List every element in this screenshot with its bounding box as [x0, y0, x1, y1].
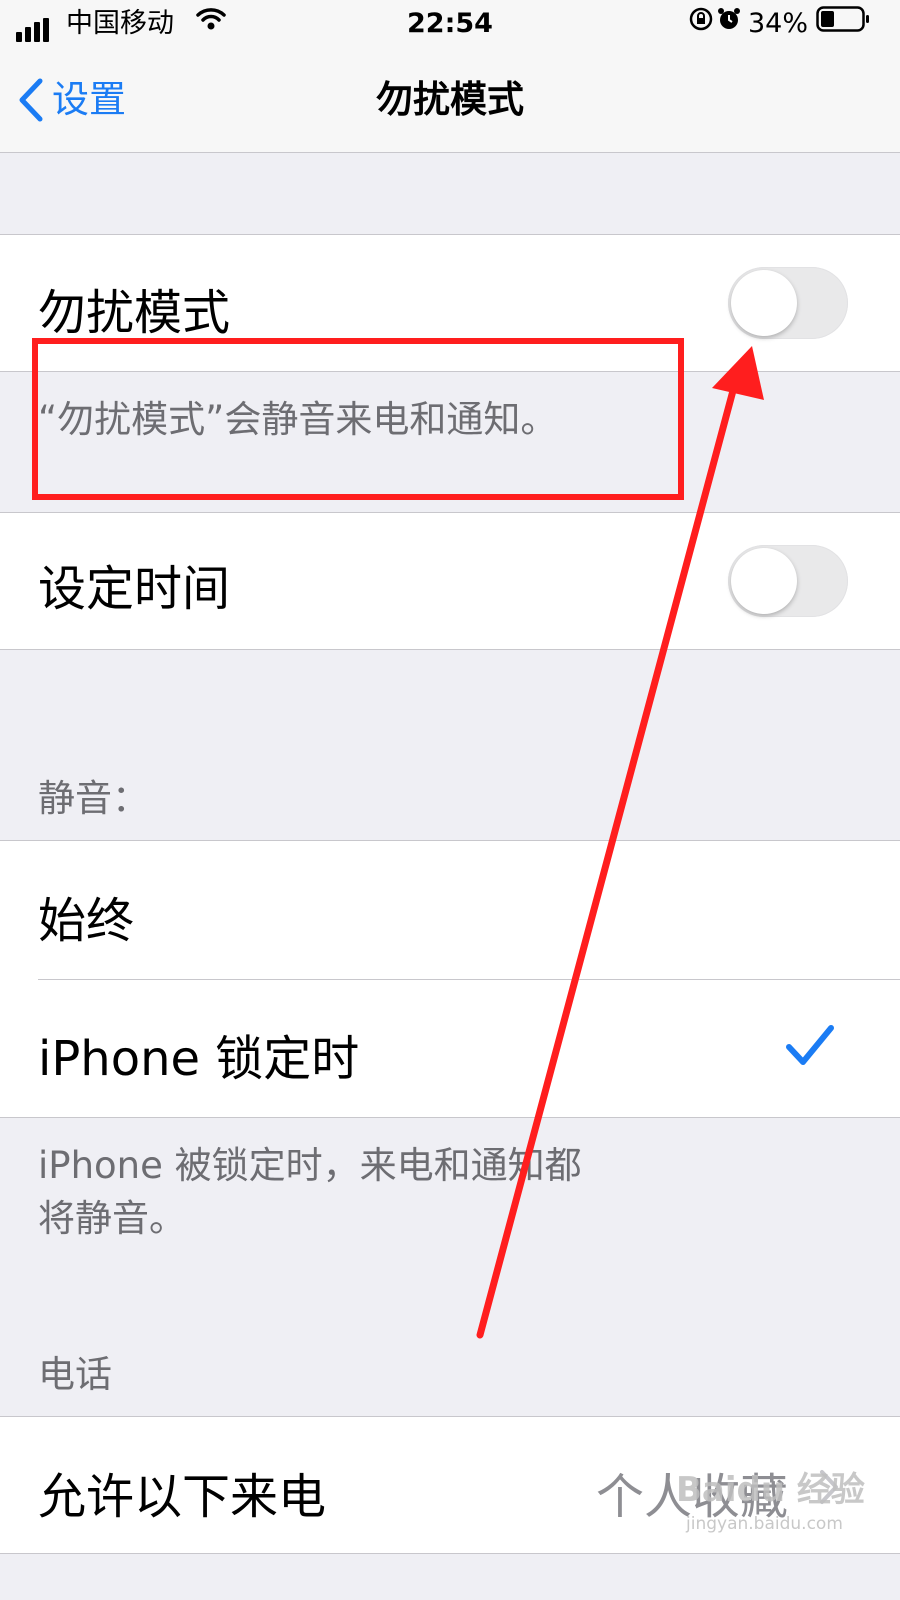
chevron-left-icon	[19, 78, 43, 122]
allow-calls-label: 允许以下来电	[38, 1469, 327, 1525]
annotation-highlight-box	[32, 338, 684, 500]
checkmark-icon	[786, 1025, 834, 1065]
watermark-url: jingyan.baidu.com	[686, 1514, 843, 1534]
scheduled-label: 设定时间	[38, 561, 231, 617]
toggle-knob	[731, 270, 797, 336]
alarm-icon	[716, 6, 742, 42]
row-separator	[38, 979, 900, 980]
battery-percent: 34%	[748, 8, 809, 39]
back-button-label: 设置	[52, 78, 126, 121]
dnd-label: 勿扰模式	[38, 285, 231, 341]
dnd-toggle[interactable]	[728, 267, 848, 339]
orientation-lock-icon	[688, 6, 714, 42]
phone-section-header: 电话	[38, 1353, 112, 1396]
silence-footer-line1: iPhone 被锁定时，来电和通知都	[38, 1144, 582, 1187]
silence-option-locked[interactable]: iPhone 锁定时	[38, 1019, 359, 1089]
back-button[interactable]: 设置	[18, 74, 126, 126]
watermark-logo: Baidu 经验	[676, 1470, 865, 1510]
status-bar: 中国移动 22:54 34%	[0, 0, 900, 48]
silence-option-always[interactable]: 始终	[38, 881, 134, 951]
silence-group: 始终 iPhone 锁定时	[0, 840, 900, 1118]
page-title: 勿扰模式	[376, 78, 524, 121]
silence-footer-line2: 将静音。	[38, 1197, 186, 1240]
navigation-bar: 勿扰模式 设置	[0, 48, 900, 153]
toggle-knob	[731, 548, 797, 614]
battery-icon	[816, 6, 870, 42]
scheduled-cell: 设定时间	[0, 512, 900, 650]
screen: 中国移动 22:54 34% 勿扰模式 设置 勿扰模式 “勿扰模式”会静音来电和…	[0, 0, 900, 1600]
silence-section-header: 静音：	[38, 777, 149, 820]
scheduled-toggle[interactable]	[728, 545, 848, 617]
